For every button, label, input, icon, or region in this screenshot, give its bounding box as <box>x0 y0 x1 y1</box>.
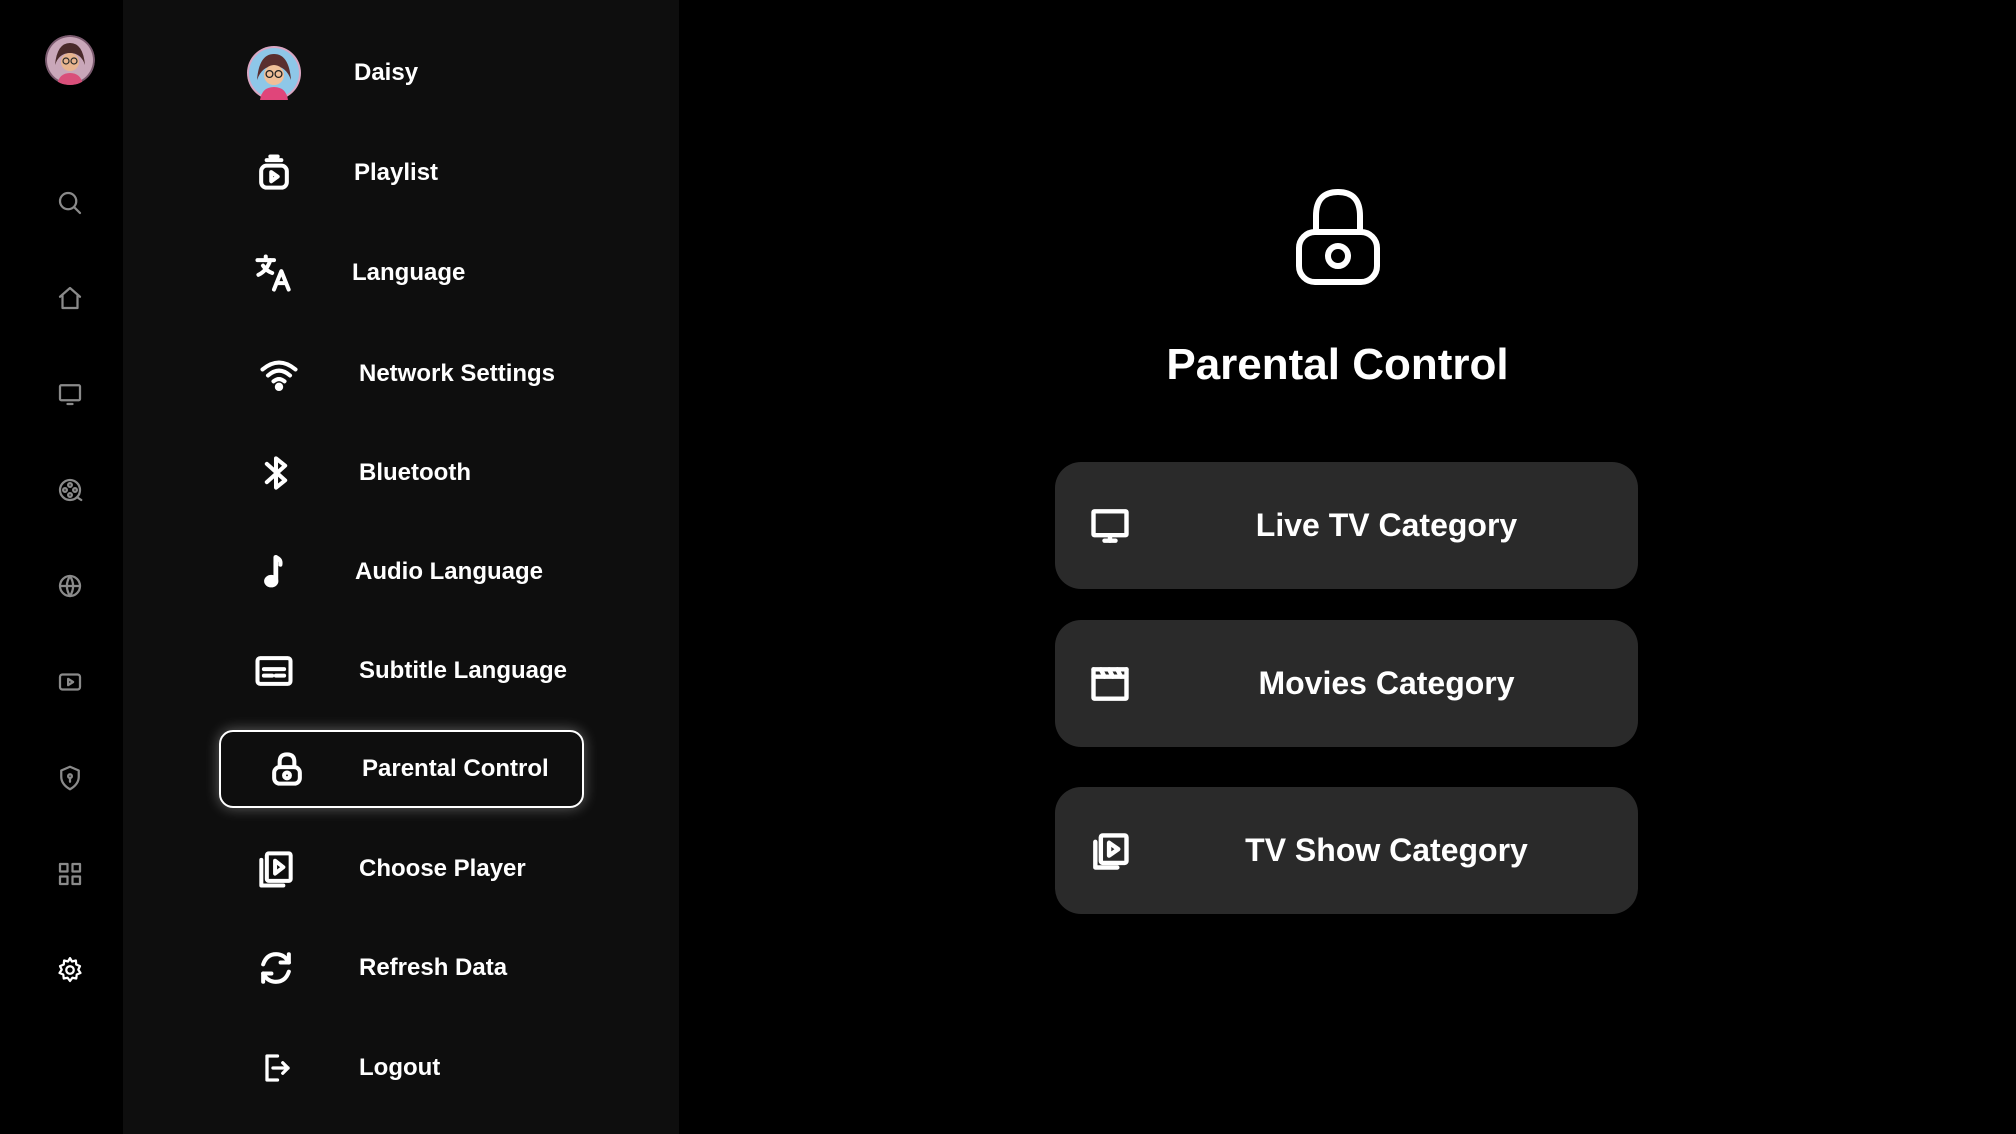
button-label: TV Show Category <box>1245 832 1528 868</box>
menu-item-label: Choose Player <box>359 855 526 882</box>
menu-item-label: Audio Language <box>355 558 543 585</box>
search-icon[interactable] <box>52 185 88 221</box>
translate-icon <box>220 234 328 312</box>
menu-item-network-settings[interactable]: Network Settings <box>220 335 704 413</box>
menu-item-parental-control[interactable]: Parental Control <box>219 730 584 808</box>
page-title: Parental Control <box>1166 340 1509 389</box>
home-icon[interactable] <box>52 280 88 316</box>
music-note-icon <box>220 533 328 611</box>
menu-item-label: Subtitle Language <box>359 657 568 684</box>
button-label: Movies Category <box>1258 665 1515 701</box>
tv-icon[interactable] <box>52 376 88 412</box>
profile-avatar[interactable] <box>45 35 95 85</box>
subtitles-icon <box>220 632 328 710</box>
live-tv-category-button[interactable]: Live TV Category <box>1055 462 1638 589</box>
tv-show-category-button[interactable]: TV Show Category <box>1055 787 1638 914</box>
tv-icon <box>1087 462 1133 589</box>
refresh-icon <box>222 929 330 1007</box>
menu-item-audio-language[interactable]: Audio Language <box>220 533 704 611</box>
shield-icon[interactable] <box>52 760 88 796</box>
menu-item-playlist[interactable]: Playlist <box>220 134 704 212</box>
lock-icon <box>1278 180 1398 300</box>
menu-item-label: Logout <box>359 1054 441 1081</box>
menu-item-label: Bluetooth <box>359 459 471 486</box>
icon-rail <box>0 0 123 1134</box>
playlist-icon <box>220 134 328 212</box>
sports-icon[interactable] <box>52 568 88 604</box>
menu-item-label: Daisy <box>354 59 419 86</box>
menu-item-subtitle-language[interactable]: Subtitle Language <box>220 632 704 710</box>
lock-icon <box>233 730 341 808</box>
avatar <box>220 34 328 112</box>
bluetooth-icon <box>222 434 330 512</box>
menu-item-refresh-data[interactable]: Refresh Data <box>220 929 704 1007</box>
player-icon <box>222 830 330 908</box>
settings-menu: Daisy Playlist Language Network Settings… <box>123 0 679 1134</box>
grid-icon[interactable] <box>52 856 88 892</box>
menu-item-label: Refresh Data <box>359 954 508 981</box>
menu-item-profile[interactable]: Daisy <box>220 34 704 112</box>
menu-item-label: Network Settings <box>359 360 556 387</box>
gear-icon[interactable] <box>52 952 88 988</box>
menu-item-bluetooth[interactable]: Bluetooth <box>220 434 704 512</box>
menu-item-label: Playlist <box>354 159 439 186</box>
film-reel-icon[interactable] <box>52 472 88 508</box>
menu-item-language[interactable]: Language <box>220 234 704 312</box>
menu-item-label: Parental Control <box>362 755 549 782</box>
menu-item-logout[interactable]: Logout <box>220 1029 704 1107</box>
menu-item-choose-player[interactable]: Choose Player <box>220 830 704 908</box>
video-icon[interactable] <box>52 664 88 700</box>
menu-item-label: Language <box>352 259 466 286</box>
button-label: Live TV Category <box>1255 507 1518 543</box>
clapperboard-icon <box>1087 620 1133 747</box>
wifi-icon <box>225 335 333 413</box>
tv-show-icon <box>1087 787 1133 914</box>
logout-icon <box>222 1029 330 1107</box>
movies-category-button[interactable]: Movies Category <box>1055 620 1638 747</box>
